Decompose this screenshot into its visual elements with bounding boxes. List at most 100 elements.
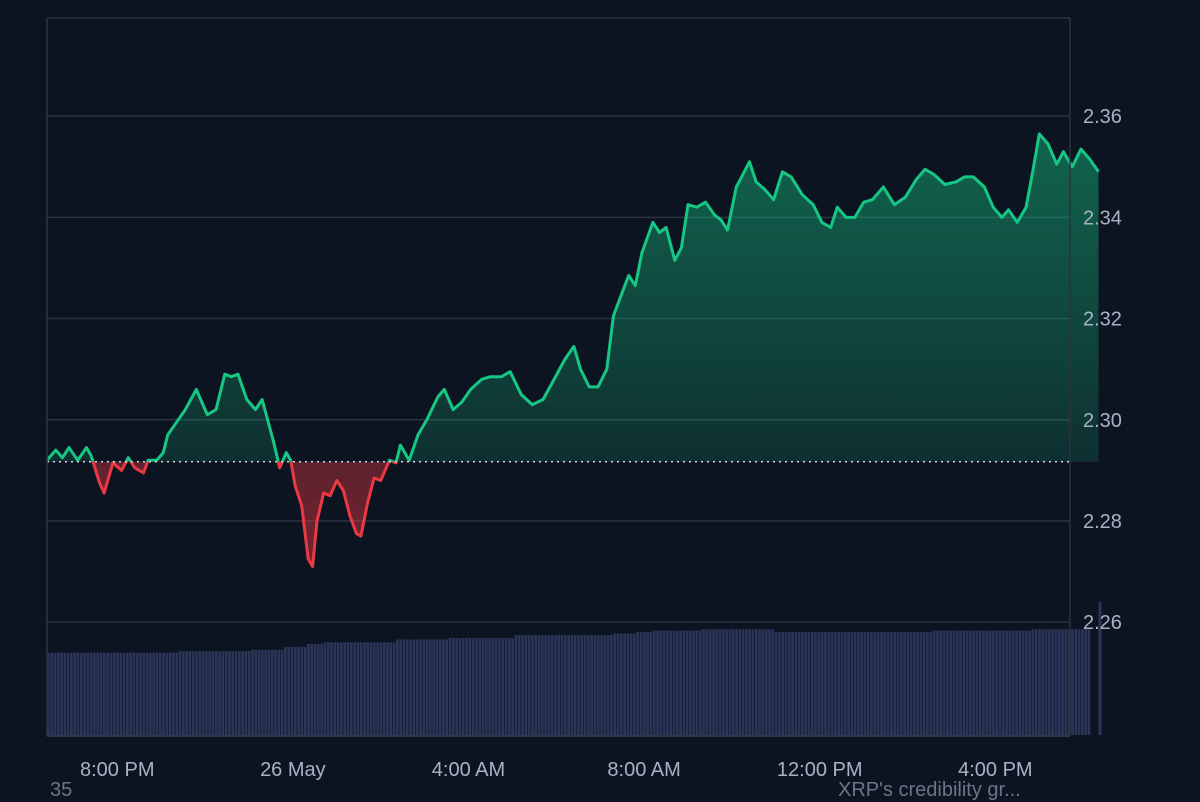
volume-bar — [471, 637, 475, 735]
volume-bar — [722, 629, 725, 735]
volume-bar — [494, 637, 498, 735]
volume-bar — [76, 652, 80, 735]
volume-bar — [580, 635, 584, 735]
volume-bar — [692, 630, 696, 735]
volume-bar — [336, 642, 340, 735]
volume-bar — [919, 632, 923, 735]
y-tick-label: 2.30 — [1083, 410, 1122, 432]
volume-bar — [165, 652, 169, 735]
volume-bar — [99, 652, 103, 735]
volume-bar — [284, 646, 287, 735]
volume-bar — [1057, 629, 1061, 735]
volume-bar — [613, 633, 617, 735]
volume-bar — [149, 652, 152, 735]
volume-bar — [903, 632, 906, 735]
volume-bar — [603, 635, 607, 735]
volume-bar — [73, 652, 77, 735]
volume-bar — [405, 639, 409, 735]
volume-bar — [155, 652, 159, 735]
volume-bar — [656, 630, 659, 735]
volume-bar — [504, 637, 508, 735]
volume-bar — [274, 649, 277, 735]
footer-news-headline[interactable]: XRP's credibility gr... — [838, 778, 1063, 802]
volume-bar — [475, 637, 478, 735]
volume-bar — [1061, 629, 1064, 735]
volume-bar — [53, 652, 57, 735]
volume-bar — [629, 633, 633, 735]
volume-bar — [936, 630, 939, 735]
volume-bar — [534, 635, 538, 735]
volume-bar — [224, 651, 228, 735]
volume-bar — [142, 652, 146, 735]
volume-bar — [231, 651, 235, 735]
volume-bar — [863, 632, 867, 735]
volume-bar — [1074, 629, 1078, 735]
volume-bar — [781, 632, 785, 735]
volume-bar — [959, 630, 962, 735]
volume-bar — [616, 633, 620, 735]
volume-bar — [583, 635, 587, 735]
volume-bar — [382, 642, 386, 735]
volume-bar — [718, 629, 722, 735]
volume-bar — [906, 632, 910, 735]
volume-bar — [537, 635, 541, 735]
volume-bar — [89, 652, 93, 735]
volume-bar — [277, 649, 281, 735]
volume-bar — [317, 643, 320, 735]
volume-bar — [517, 635, 521, 735]
volume-bar — [465, 637, 468, 735]
volume-bar — [349, 642, 353, 735]
volume-bar — [379, 642, 383, 735]
volume-bar — [554, 635, 557, 735]
volume-bar — [550, 635, 554, 735]
volume-bar — [484, 637, 488, 735]
volume-bar — [56, 652, 60, 735]
volume-bar — [501, 637, 505, 735]
volume-bar — [86, 652, 90, 735]
volume-bar — [804, 632, 808, 735]
volume-bar — [814, 632, 817, 735]
volume-bar — [191, 651, 195, 735]
volume-bar — [323, 642, 327, 735]
volume-bar — [705, 629, 709, 735]
volume-bar — [1084, 629, 1087, 735]
volume-bar — [172, 652, 175, 735]
volume-bar — [343, 642, 347, 735]
volume-bar — [438, 639, 442, 735]
volume-bar — [531, 635, 534, 735]
volume-bar — [158, 652, 162, 735]
volume-bar — [626, 633, 630, 735]
volume-bar — [978, 630, 982, 735]
volume-bar — [63, 652, 67, 735]
volume-bar — [491, 637, 495, 735]
volume-bar — [843, 632, 847, 735]
volume-bar — [254, 649, 258, 735]
volume-bar — [333, 642, 337, 735]
volume-bar — [847, 632, 850, 735]
volume-bar — [287, 646, 291, 735]
volume-bar — [827, 632, 831, 735]
volume-bar — [102, 652, 106, 735]
volume-bar — [267, 649, 271, 735]
volume-bar — [817, 632, 821, 735]
volume-bar — [208, 651, 212, 735]
volume-bar — [547, 635, 551, 735]
volume-bar — [458, 637, 462, 735]
volume-bar — [955, 630, 959, 735]
volume-bar — [563, 635, 567, 735]
volume-bar — [774, 632, 778, 735]
volume-bar — [96, 652, 100, 735]
volume-bar — [303, 646, 307, 735]
volume-bar — [310, 643, 314, 735]
volume-bar — [544, 635, 547, 735]
volume-bar — [201, 651, 205, 735]
volume-bar — [116, 652, 119, 735]
volume-bar — [810, 632, 814, 735]
volume-bar — [126, 652, 129, 735]
volume-bar — [1064, 629, 1068, 735]
volume-bar — [257, 649, 261, 735]
volume-bar — [237, 651, 241, 735]
volume-bar — [1044, 629, 1048, 735]
volume-bar — [372, 642, 376, 735]
volume-bar — [221, 651, 225, 735]
